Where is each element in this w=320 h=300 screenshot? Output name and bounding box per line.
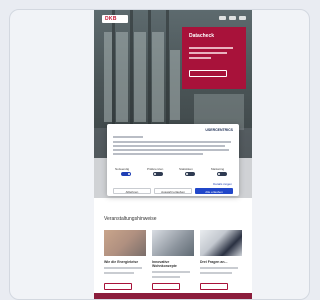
card-image-2[interactable] [152, 230, 194, 256]
browser-frame: DKB Datacheck Veranstaltungshinweise Wie… [9, 9, 310, 300]
toggle-necessary[interactable] [121, 172, 131, 176]
card-text-1: Wie die Energiekrise [104, 260, 146, 274]
cookie-consent-dialog: USERCENTRICS Notwendig Präferenzen Stati… [107, 124, 239, 196]
toggle-preferences[interactable] [153, 172, 163, 176]
toggle-statistics[interactable] [185, 172, 195, 176]
category-label: Marketing [211, 167, 225, 171]
card-text-2: Innovative Wohnkonzepte [152, 260, 194, 278]
category-label: Statistiken [179, 167, 193, 171]
card-title: Drei Fragen an... [200, 260, 228, 264]
card-button-1[interactable] [104, 283, 132, 290]
allow-selection-button[interactable]: Auswahl erlauben [154, 188, 192, 194]
deny-button[interactable]: Ablehnen [113, 188, 151, 194]
details-link[interactable]: Details zeigen [213, 182, 232, 186]
card-image-3[interactable] [200, 230, 242, 256]
card-title: Innovative Wohnkonzepte [152, 260, 177, 268]
accept-all-button[interactable]: Alle erlauben [195, 188, 233, 194]
card-image-1[interactable] [104, 230, 146, 256]
toggle-marketing[interactable] [217, 172, 227, 176]
promo-title: Datacheck [189, 33, 215, 39]
section-title: Veranstaltungshinweise [104, 216, 157, 222]
promo-box: Datacheck [182, 27, 246, 89]
site-logo[interactable]: DKB [102, 15, 128, 23]
category-label: Notwendig [115, 167, 130, 171]
promo-button[interactable] [189, 70, 227, 77]
card-button-2[interactable] [152, 283, 180, 290]
card-title: Wie die Energiekrise [104, 260, 139, 264]
header-links[interactable] [219, 16, 246, 20]
consent-brand: USERCENTRICS [205, 128, 233, 132]
card-text-3: Drei Fragen an... [200, 260, 242, 274]
card-button-3[interactable] [200, 283, 228, 290]
footer-banner [94, 293, 252, 299]
category-label: Präferenzen [147, 167, 164, 171]
